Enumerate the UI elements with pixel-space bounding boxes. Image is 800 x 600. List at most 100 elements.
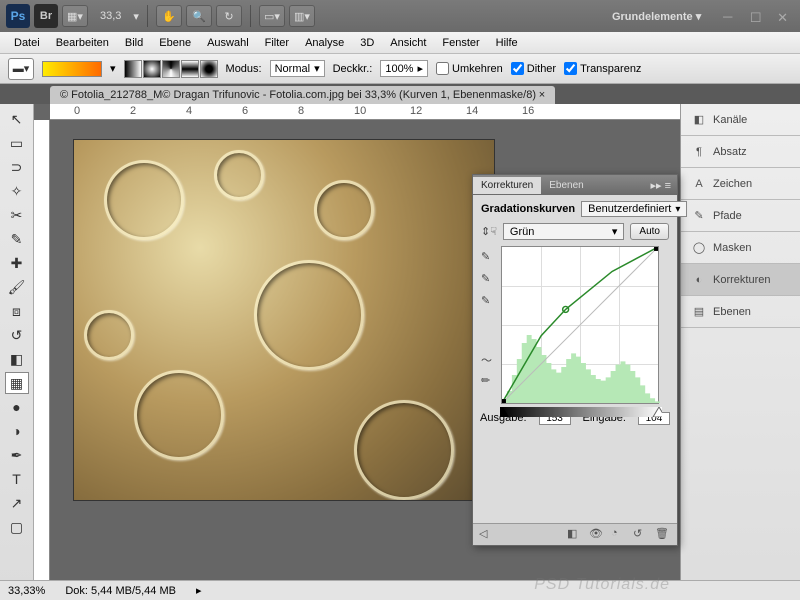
black-point-eyedropper-icon[interactable]: ✎ [481,250,497,266]
radial-gradient-icon[interactable] [143,60,161,78]
channels-icon: ◧ [691,112,707,128]
extras-icon[interactable]: ▥▾ [289,5,315,27]
trash-icon[interactable]: 🗑 [655,527,671,543]
screen-mode-icon[interactable]: ▭▾ [259,5,285,27]
curves-title: Gradationskurven [481,203,575,215]
curve-line [502,247,658,403]
menu-analyse[interactable]: Analyse [297,34,352,52]
white-point-eyedropper-icon[interactable]: ✎ [481,294,497,310]
reset-icon[interactable]: ↺ [633,527,649,543]
menu-filter[interactable]: Filter [257,34,297,52]
pen-tool-icon[interactable]: ✒ [5,444,29,466]
workspace-selector[interactable]: Grundelemente ▾ [604,6,709,27]
auto-button[interactable]: Auto [630,223,669,240]
panel-zeichen[interactable]: AZeichen [681,168,800,200]
prev-state-icon[interactable]: ◔ [611,527,627,543]
window-controls[interactable]: － ☐ ✕ [721,7,794,26]
reflected-gradient-icon[interactable] [181,60,199,78]
blur-tool-icon[interactable]: ● [5,396,29,418]
ruler-vertical[interactable] [34,120,50,600]
panel-korrekturen[interactable]: ◐Korrekturen [681,264,800,296]
preset-select[interactable]: Benutzerdefiniert ▾ [581,201,687,217]
move-tool-icon[interactable]: ↖ [5,108,29,130]
marquee-tool-icon[interactable]: ▭ [5,132,29,154]
dither-checkbox[interactable]: Dither [511,62,556,75]
paragraph-icon: ¶ [691,144,707,160]
eyedropper-tool-icon[interactable]: ✎ [5,228,29,250]
crop-tool-icon[interactable]: ✂ [5,204,29,226]
clip-icon[interactable]: ◧ [567,527,583,543]
rotate-view-icon[interactable]: ↻ [216,5,242,27]
wand-tool-icon[interactable]: ✧ [5,180,29,202]
modus-select[interactable]: Normal▾ [270,60,325,77]
diamond-gradient-icon[interactable] [200,60,218,78]
menu-bild[interactable]: Bild [117,34,151,52]
photoshop-icon[interactable]: Ps [6,4,30,28]
menu-ebene[interactable]: Ebene [151,34,199,52]
heal-tool-icon[interactable]: ✚ [5,252,29,274]
panel-absatz[interactable]: ¶Absatz [681,136,800,168]
history-brush-icon[interactable]: ↺ [5,324,29,346]
layers-tab[interactable]: Ebenen [541,177,591,194]
deckkr-input[interactable]: 100%▸ [380,60,428,77]
zoom-value[interactable]: 33,3 [100,10,121,22]
document-tab[interactable]: © Fotolia_212788_M© Dragan Trifunovic - … [50,86,555,104]
angle-gradient-icon[interactable] [162,60,180,78]
gray-point-eyedropper-icon[interactable]: ✎ [481,272,497,288]
lasso-tool-icon[interactable]: ⊃ [5,156,29,178]
eraser-tool-icon[interactable]: ◧ [5,348,29,370]
umkehren-checkbox[interactable]: Umkehren [436,62,503,75]
bridge-icon[interactable]: Br [34,4,58,28]
document-tabbar: © Fotolia_212788_M© Dragan Trifunovic - … [0,84,800,104]
arrange-docs-icon[interactable]: ▦▾ [62,5,88,27]
menu-hilfe[interactable]: Hilfe [488,34,526,52]
options-bar: ▬▾ ▾ Modus: Normal▾ Deckkr.: 100%▸ Umkeh… [0,54,800,84]
toolbox: ↖ ▭ ⊃ ✧ ✂ ✎ ✚ 🖌 ⧈ ↺ ◧ ▦ ● ◑ ✒ T ↗ ▢ [0,104,34,600]
input-gradient[interactable] [500,407,662,417]
eye-icon[interactable]: 👁 [589,527,605,543]
app-topbar: Ps Br ▦▾ 33,3▾ ✋ 🔍 ↻ ▭▾ ▥▾ Grundelemente… [0,0,800,32]
type-tool-icon[interactable]: T [5,468,29,490]
shape-tool-icon[interactable]: ▢ [5,516,29,538]
status-zoom[interactable]: 33,33% [8,585,45,597]
brush-tool-icon[interactable]: 🖌 [5,276,29,298]
transparenz-checkbox[interactable]: Transparenz [564,62,641,75]
curve-point-mode-icon[interactable]: 〜 [481,352,497,368]
adjustments-tab[interactable]: Korrekturen [473,177,541,194]
ruler-horizontal[interactable]: 0246810121416 [50,104,680,120]
menubar: Datei Bearbeiten Bild Ebene Auswahl Filt… [0,32,800,54]
deckkr-label: Deckkr.: [333,63,373,75]
gradient-swatch[interactable] [42,61,102,77]
menu-bearbeiten[interactable]: Bearbeiten [48,34,117,52]
panel-ebenen[interactable]: ▤Ebenen [681,296,800,328]
layers-icon: ▤ [691,304,707,320]
menu-auswahl[interactable]: Auswahl [199,34,257,52]
dodge-tool-icon[interactable]: ◑ [5,420,29,442]
close-icon[interactable]: × [539,89,545,101]
character-icon: A [691,176,707,192]
paths-icon: ✎ [691,208,707,224]
curves-graph[interactable] [501,246,659,404]
gradient-type-buttons [124,60,218,78]
path-tool-icon[interactable]: ↗ [5,492,29,514]
panel-pfade[interactable]: ✎Pfade [681,200,800,232]
status-dok[interactable]: Dok: 5,44 MB/5,44 MB [65,585,176,597]
linear-gradient-icon[interactable] [124,60,142,78]
curve-draw-mode-icon[interactable]: ✏ [481,374,497,390]
canvas-image[interactable] [74,140,494,500]
hand-tool-icon[interactable]: ✋ [156,5,182,27]
back-icon[interactable]: ◁ [479,527,495,543]
stamp-tool-icon[interactable]: ⧈ [5,300,29,322]
panel-masken[interactable]: ◯Masken [681,232,800,264]
gradient-tool-preset-icon[interactable]: ▬▾ [8,58,34,80]
menu-3d[interactable]: 3D [352,34,382,52]
target-adjust-icon[interactable]: ⇕☟ [481,225,497,238]
panel-expand-icon[interactable]: ▸▸ ≡ [644,179,677,192]
menu-datei[interactable]: Datei [6,34,48,52]
menu-ansicht[interactable]: Ansicht [382,34,434,52]
zoom-tool-icon[interactable]: 🔍 [186,5,212,27]
menu-fenster[interactable]: Fenster [434,34,487,52]
gradient-tool-icon[interactable]: ▦ [5,372,29,394]
panel-kanaele[interactable]: ◧Kanäle [681,104,800,136]
channel-select[interactable]: Grün ▾ [503,223,625,240]
